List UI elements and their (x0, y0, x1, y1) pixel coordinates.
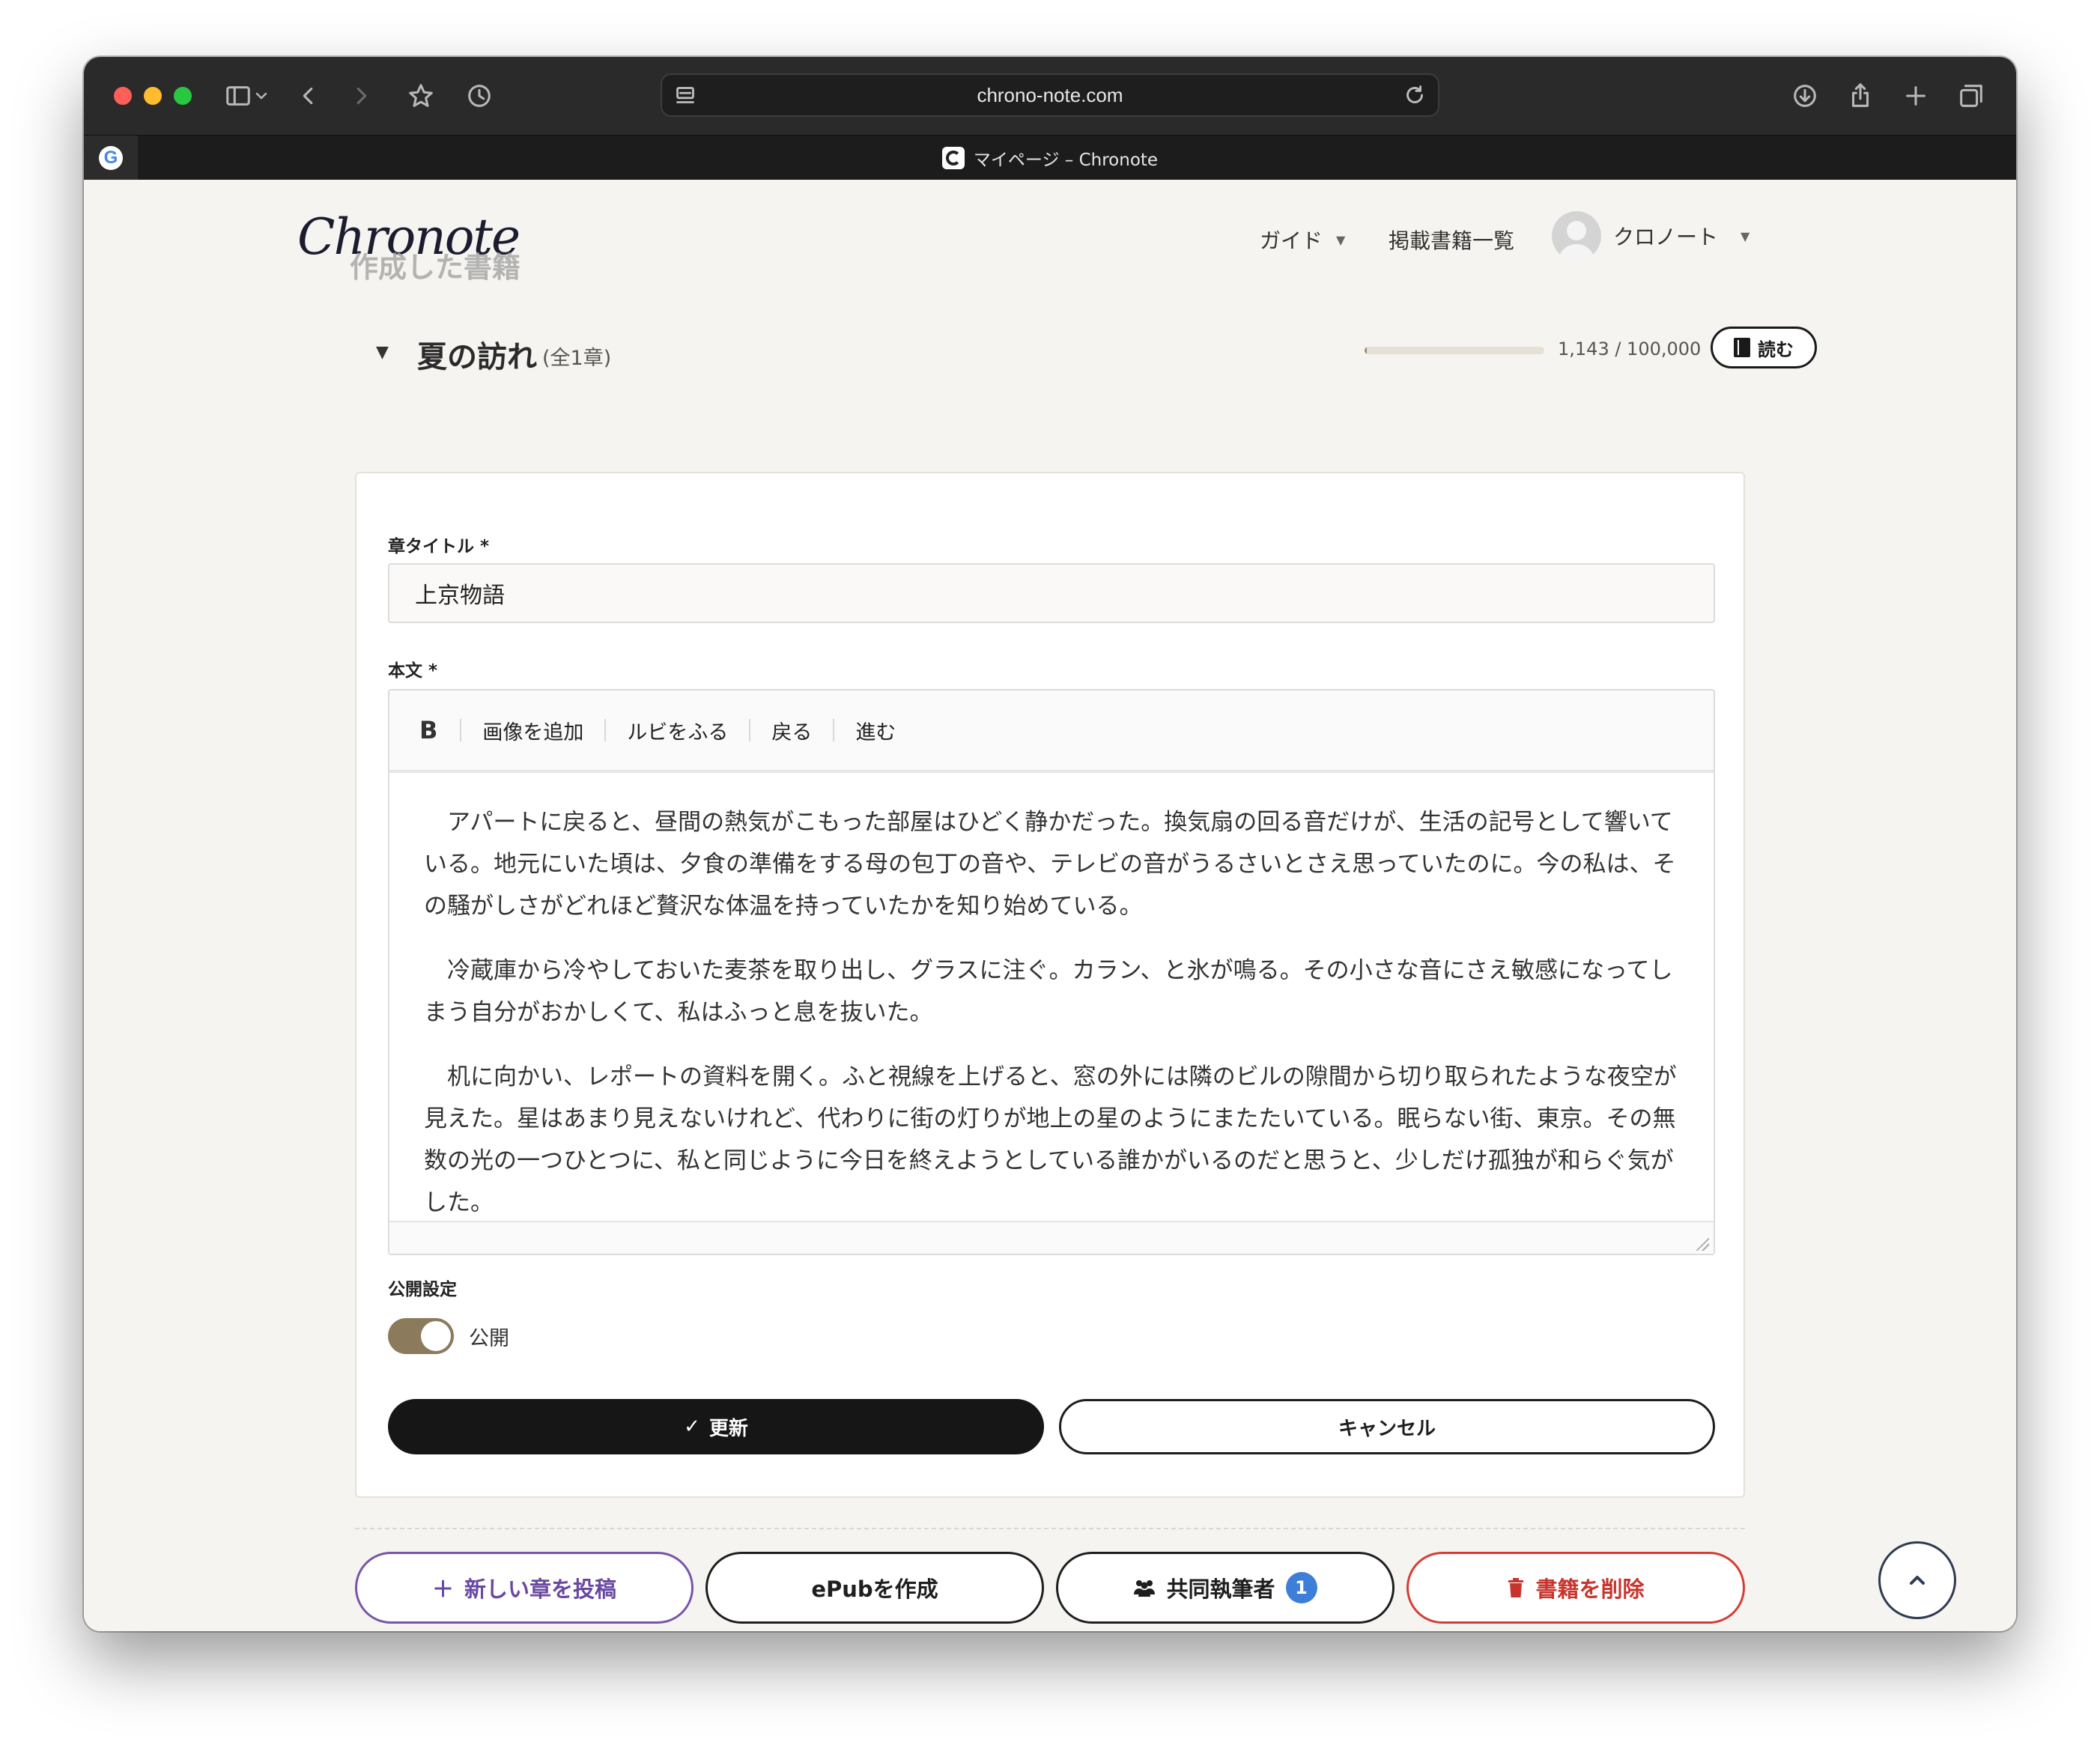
tab-title: マイページ – Chronote (973, 151, 1159, 170)
coauthors-button[interactable]: 共同執筆者 1 (1056, 1552, 1395, 1624)
star-icon[interactable] (401, 76, 440, 115)
chapter-title-label: 章タイトル * (388, 537, 490, 556)
character-count: 1,143 / 100,000 (1558, 339, 1702, 359)
visibility-value: 公開 (469, 1326, 509, 1350)
cancel-button-label: キャンセル (1338, 1417, 1436, 1440)
toolbar-divider (833, 719, 835, 741)
update-button[interactable]: ✓ 更新 (388, 1399, 1044, 1454)
trash-icon (1508, 1578, 1524, 1597)
back-icon[interactable] (289, 76, 328, 115)
resize-handle-icon[interactable] (1696, 1237, 1709, 1251)
toggle-knob (421, 1321, 451, 1351)
chevron-up-icon (1910, 1576, 1925, 1585)
body-label: 本文 * (388, 661, 438, 681)
ruby-button[interactable]: ルビをふる (627, 716, 728, 745)
delete-book-label: 書籍を削除 (1535, 1576, 1645, 1602)
chapter-edit-form: 章タイトル * 上京物語 本文 * B 画像を追加 ルビをふる 戻る 進む アパ… (355, 472, 1745, 1498)
delete-book-button[interactable]: 書籍を削除 (1406, 1552, 1745, 1624)
epub-label: ePubを作成 (811, 1576, 938, 1602)
chapter-count: (全1章) (542, 347, 612, 370)
body-textarea[interactable]: アパートに戻ると、昼間の熱気がこもった部屋はひどく静かだった。換気扇の回る音だけ… (389, 776, 1714, 1224)
create-epub-button[interactable]: ePubを作成 (705, 1552, 1044, 1624)
character-progress-bar (1365, 347, 1544, 354)
forward-icon[interactable] (342, 76, 380, 115)
book-icon (1734, 338, 1750, 357)
reload-icon[interactable] (1400, 81, 1429, 112)
body-paragraph: 机に向かい、レポートの資料を開く。ふと視線を上げると、窓の外には隣のビルの隙間か… (424, 1063, 1677, 1216)
coauthors-count-badge: 1 (1285, 1572, 1317, 1603)
close-window-button[interactable] (114, 87, 132, 105)
nav-books[interactable]: 掲載書籍一覧 (1389, 225, 1514, 255)
share-icon[interactable] (1841, 76, 1880, 115)
toolbar-divider (460, 719, 462, 741)
editor-footer (389, 1221, 1714, 1254)
body-paragraph: 冷蔵庫から冷やしておいた麦茶を取り出し、グラスに注ぐ。カラン、と氷が鳴る。その小… (424, 957, 1673, 1026)
minimize-window-button[interactable] (144, 87, 162, 105)
plus-icon: ＋ (431, 1576, 454, 1602)
visibility-toggle-row: 公開 (388, 1318, 509, 1354)
nav-user-menu[interactable]: クロノート ▼ (1552, 211, 1750, 261)
tab-overview-icon[interactable] (1952, 76, 1991, 115)
visibility-toggle[interactable] (388, 1318, 454, 1354)
url-text: chrono-note.com (977, 84, 1123, 106)
toolbar-divider (749, 719, 751, 741)
user-name: クロノート (1613, 225, 1719, 249)
add-image-button[interactable]: 画像を追加 (482, 716, 583, 745)
section-divider (355, 1528, 1745, 1529)
book-header: ▼ 夏の訪れ (全1章) 1,143 / 100,000 読む (376, 327, 1817, 389)
address-bar[interactable]: chrono-note.com (661, 73, 1439, 117)
new-chapter-label: 新しい章を投稿 (464, 1576, 617, 1602)
read-button[interactable]: 読む (1711, 327, 1817, 368)
tab-bar: G マイページ – Chronote (84, 135, 2016, 180)
site-header: Chronote 作成した書籍 ガイド ▼ 掲載書籍一覧 クロノート ▼ (84, 180, 2016, 297)
nav-guide-label: ガイド (1260, 228, 1323, 253)
check-icon: ✓ (684, 1415, 700, 1438)
avatar (1552, 211, 1601, 261)
new-tab-icon[interactable] (1896, 76, 1935, 115)
update-button-label: 更新 (708, 1417, 748, 1440)
chevron-down-icon[interactable] (250, 76, 273, 115)
coauthors-label: 共同執筆者 (1166, 1576, 1275, 1602)
page: Chronote 作成した書籍 ガイド ▼ 掲載書籍一覧 クロノート ▼ ▼ 夏… (84, 180, 2016, 1631)
nav-guide[interactable]: ガイド ▼ (1260, 225, 1345, 255)
history-icon[interactable] (460, 76, 499, 115)
users-icon (1134, 1580, 1156, 1597)
chapter-title-input[interactable]: 上京物語 (388, 563, 1715, 623)
body-paragraph: アパートに戻ると、昼間の熱気がこもった部屋はひどく静かだった。換気扇の回る音だけ… (424, 809, 1676, 920)
zoom-window-button[interactable] (174, 87, 192, 105)
new-chapter-button[interactable]: ＋ 新しい章を投稿 (355, 1552, 694, 1624)
editor-toolbar: B 画像を追加 ルビをふる 戻る 進む (389, 691, 1714, 773)
download-icon[interactable] (1785, 76, 1824, 115)
scroll-to-top-button[interactable] (1878, 1541, 1956, 1619)
body-editor: B 画像を追加 ルビをふる 戻る 進む アパートに戻ると、昼間の熱気がこもった部… (388, 689, 1715, 1255)
progress-fill (1365, 347, 1367, 354)
nav-books-label: 掲載書籍一覧 (1389, 228, 1515, 253)
page-subtitle: 作成した書籍 (350, 251, 521, 284)
bold-button[interactable]: B (419, 716, 460, 744)
caret-down-icon: ▼ (1741, 228, 1750, 243)
caret-down-icon: ▼ (1336, 232, 1346, 247)
browser-toolbar: chrono-note.com (84, 57, 2016, 135)
browser-window: chrono-note.com G マイページ – Chronote Chron… (84, 57, 2016, 1631)
read-button-label: 読む (1758, 339, 1794, 360)
undo-button[interactable]: 戻る (771, 716, 812, 745)
toolbar-divider (604, 719, 607, 741)
chronote-favicon-icon (941, 147, 965, 169)
book-title: 夏の訪れ (417, 340, 537, 374)
cancel-button[interactable]: キャンセル (1059, 1399, 1715, 1454)
active-tab[interactable]: マイページ – Chronote (84, 136, 2016, 180)
collapse-toggle-icon[interactable]: ▼ (376, 343, 389, 362)
visibility-label: 公開設定 (388, 1280, 457, 1299)
redo-button[interactable]: 進む (855, 716, 896, 745)
